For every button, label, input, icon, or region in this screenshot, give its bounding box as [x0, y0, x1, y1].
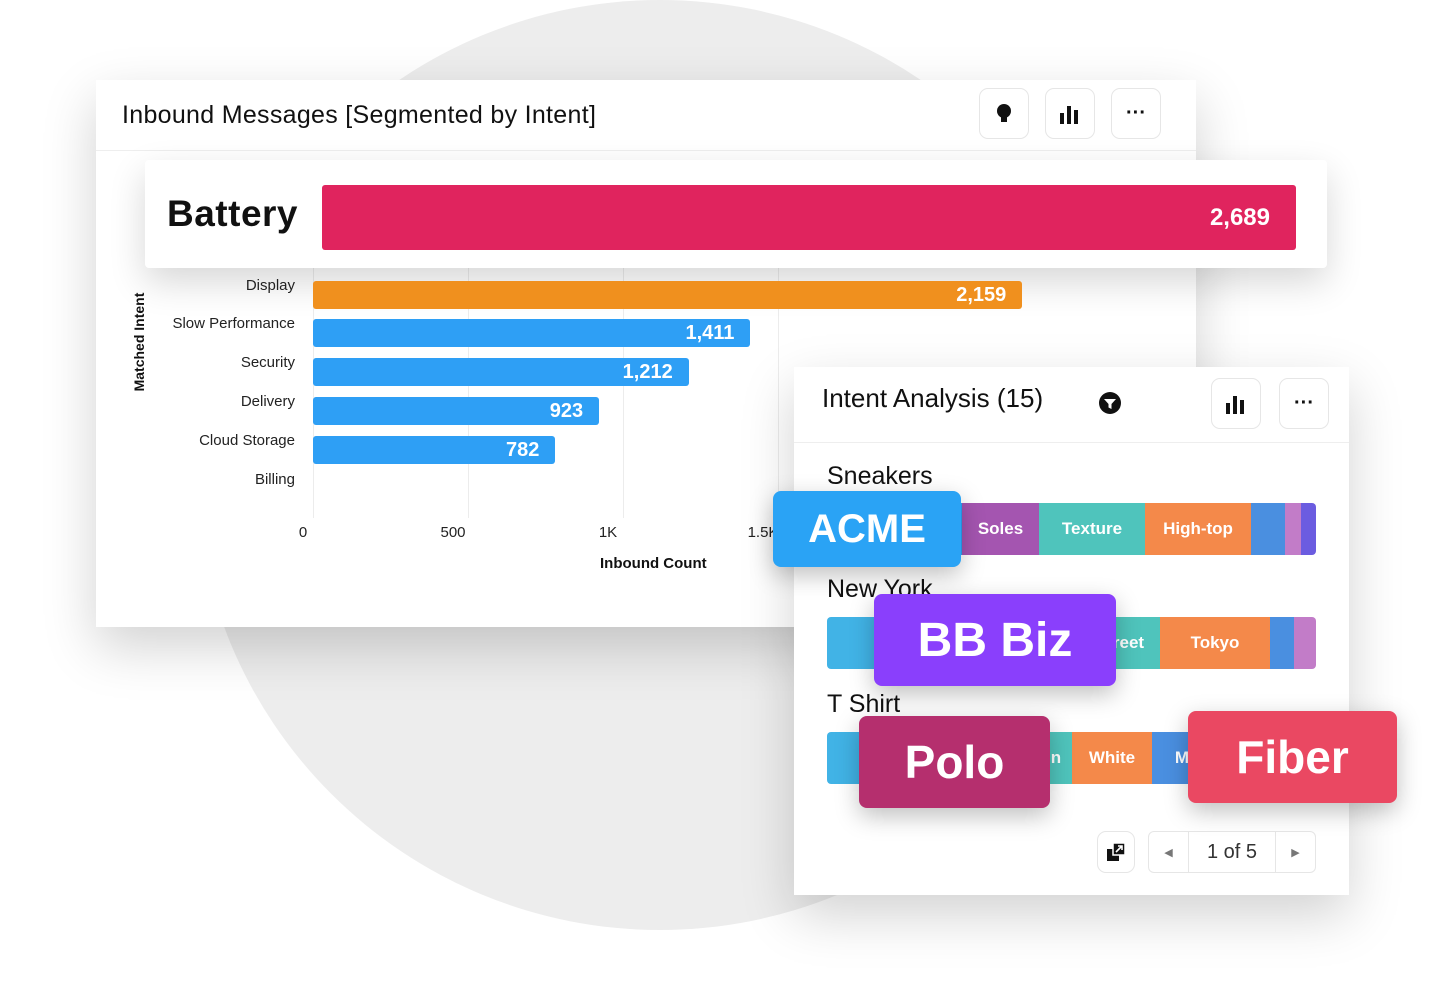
more-icon: ···	[1294, 392, 1314, 414]
bar[interactable]: 2,159	[313, 281, 1023, 309]
bar-battery[interactable]: 2,689	[322, 185, 1296, 250]
bar-segment[interactable]	[1301, 503, 1316, 555]
card-header: Inbound Messages [Segmented by Intent] ·…	[96, 80, 1196, 151]
y-axis-label: Security	[240, 354, 295, 371]
more-icon: ···	[1126, 102, 1146, 124]
bar[interactable]: 923	[313, 397, 600, 425]
divider	[794, 442, 1349, 443]
bar[interactable]: 782	[313, 436, 556, 464]
filter-icon[interactable]	[1099, 392, 1121, 414]
bar-segment[interactable]	[1270, 617, 1294, 669]
y-axis-label: Cloud Storage	[199, 432, 295, 449]
expand-button[interactable]	[1097, 831, 1135, 873]
intent-chart-type-button[interactable]	[1211, 378, 1261, 429]
card-title: Inbound Messages [Segmented by Intent]	[122, 101, 597, 129]
lightbulb-icon	[997, 103, 1011, 122]
bar[interactable]: 1,212	[313, 358, 689, 386]
expand-icon	[1107, 842, 1126, 861]
bar-segment[interactable]	[1285, 503, 1301, 555]
prev-page-button[interactable]: ◀	[1149, 832, 1189, 872]
x-axis-title: Inbound Count	[600, 555, 707, 572]
bar-chart-icon	[1060, 105, 1078, 124]
badge-bb-biz: BB Biz	[874, 594, 1116, 686]
more-options-button[interactable]: ···	[1111, 88, 1161, 139]
intent-more-button[interactable]: ···	[1279, 378, 1329, 429]
bar-segment[interactable]: Texture	[1039, 503, 1145, 555]
badge-acme: ACME	[773, 491, 961, 567]
y-axis-label: Display	[245, 277, 295, 294]
bar-chart-icon	[1226, 395, 1244, 414]
badge-fiber: Fiber	[1188, 711, 1397, 803]
bar[interactable]: 1,411	[313, 319, 751, 347]
next-page-button[interactable]: ▶	[1275, 832, 1315, 872]
y-label-battery: Battery	[167, 193, 298, 234]
x-tick-label: 500	[440, 524, 466, 541]
group-label: Sneakers	[827, 462, 933, 490]
intent-card-title: Intent Analysis (15)	[822, 383, 1044, 413]
y-axis-label: Delivery	[240, 393, 295, 410]
y-axis-label: Slow Performance	[172, 315, 295, 332]
x-tick-label: 1K	[598, 524, 618, 541]
x-tick-label: 0	[298, 524, 308, 541]
bar-segment[interactable]: High-top	[1145, 503, 1251, 555]
group-label: T Shirt	[827, 690, 901, 718]
badge-polo: Polo	[859, 716, 1050, 808]
chart-type-button[interactable]	[1045, 88, 1095, 139]
insights-button[interactable]	[979, 88, 1029, 139]
bar-segment[interactable]	[1294, 617, 1316, 669]
y-axis-label: Billing	[254, 471, 295, 488]
bar-segment[interactable]: Tokyo	[1160, 617, 1270, 669]
bar-segment[interactable]: Soles	[962, 503, 1039, 555]
pagination: ◀ 1 of 5 ▶	[1148, 831, 1316, 873]
page-indicator: 1 of 5	[1206, 840, 1258, 863]
bar-segment[interactable]	[1251, 503, 1285, 555]
bar-segment[interactable]: White	[1072, 732, 1152, 784]
y-axis-title: Matched Intent	[131, 292, 147, 392]
